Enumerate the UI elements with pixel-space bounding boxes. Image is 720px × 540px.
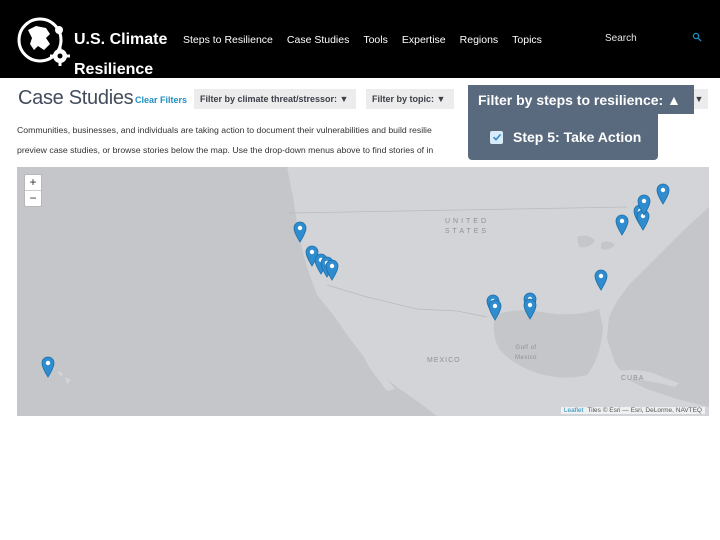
case-study-marker-icon[interactable] [488, 299, 502, 321]
filter-steps-dropdown[interactable]: Filter by steps to resilience: ▲ [468, 85, 694, 114]
basemap [17, 167, 709, 416]
page-title: Case Studies [18, 87, 134, 109]
zoom-out-button[interactable]: − [25, 190, 41, 206]
zoom-in-button[interactable]: + [25, 175, 41, 190]
nav-topics[interactable]: Topics [512, 34, 542, 46]
search-icon[interactable] [692, 32, 702, 42]
case-study-marker-icon[interactable] [41, 356, 55, 378]
case-study-marker-icon[interactable] [656, 183, 670, 205]
nav-case-studies[interactable]: Case Studies [287, 34, 349, 46]
label-line: UNITED [444, 218, 490, 225]
map-attribution: Leaflet Tiles © Esri — Esri, DeLorme, NAV… [560, 407, 705, 414]
case-study-marker-icon[interactable] [594, 269, 608, 291]
checkmark-icon [492, 133, 501, 141]
case-study-marker-icon[interactable] [637, 194, 651, 216]
case-studies-map[interactable]: UNITED STATES MEXICO Gulf of Mexico CUBA… [17, 167, 709, 416]
intro-line: preview case studies, or browse stories … [17, 145, 434, 155]
attribution-text: Tiles © Esri — Esri, DeLorme, NAVTEQ [587, 407, 702, 414]
leaflet-link[interactable]: Leaflet [564, 407, 584, 414]
option-label-take-action[interactable]: Step 5: Take Action [513, 129, 641, 145]
case-study-marker-icon[interactable] [293, 221, 307, 243]
globe-gear-logo-icon[interactable] [16, 16, 72, 66]
map-label-mexico: MEXICO [427, 357, 461, 364]
main-nav: Steps to Resilience Case Studies Tools E… [183, 34, 556, 46]
nav-steps-to-resilience[interactable]: Steps to Resilience [183, 34, 273, 46]
case-study-marker-icon[interactable] [325, 259, 339, 281]
nav-expertise[interactable]: Expertise [402, 34, 446, 46]
checkbox-take-action[interactable] [490, 130, 503, 144]
search-box [598, 28, 710, 49]
filter-climate-threat-dropdown[interactable]: Filter by climate threat/stressor: ▼ [194, 89, 356, 109]
filter-topic-dropdown[interactable]: Filter by topic: ▼ [366, 89, 454, 109]
nav-regions[interactable]: Regions [460, 34, 499, 46]
search-input[interactable] [598, 32, 691, 44]
nav-tools[interactable]: Tools [363, 34, 388, 46]
site-header: U.S. Climate Resilience Toolkit Steps to… [0, 0, 720, 108]
label-line: STATES [444, 228, 490, 235]
intro-text: Communities, businesses, and individuals… [17, 120, 469, 160]
case-study-marker-icon[interactable] [523, 298, 537, 320]
map-label-united-states: UNITED STATES [422, 217, 512, 237]
map-label-gulf: Gulf of Mexico [515, 343, 537, 363]
map-label-cuba: CUBA [621, 375, 645, 382]
brand-line: Resilience [74, 61, 154, 78]
label-line: Mexico [515, 355, 538, 361]
label-line: Gulf of [515, 345, 537, 351]
brand-line: U.S. Climate [74, 31, 168, 48]
clear-filters-link[interactable]: Clear Filters [135, 95, 187, 105]
steps-dropdown-panel: Step 5: Take Action [468, 114, 658, 160]
zoom-control: + − [24, 174, 42, 207]
intro-line: Communities, businesses, and individuals… [17, 125, 432, 135]
case-study-marker-icon[interactable] [615, 214, 629, 236]
